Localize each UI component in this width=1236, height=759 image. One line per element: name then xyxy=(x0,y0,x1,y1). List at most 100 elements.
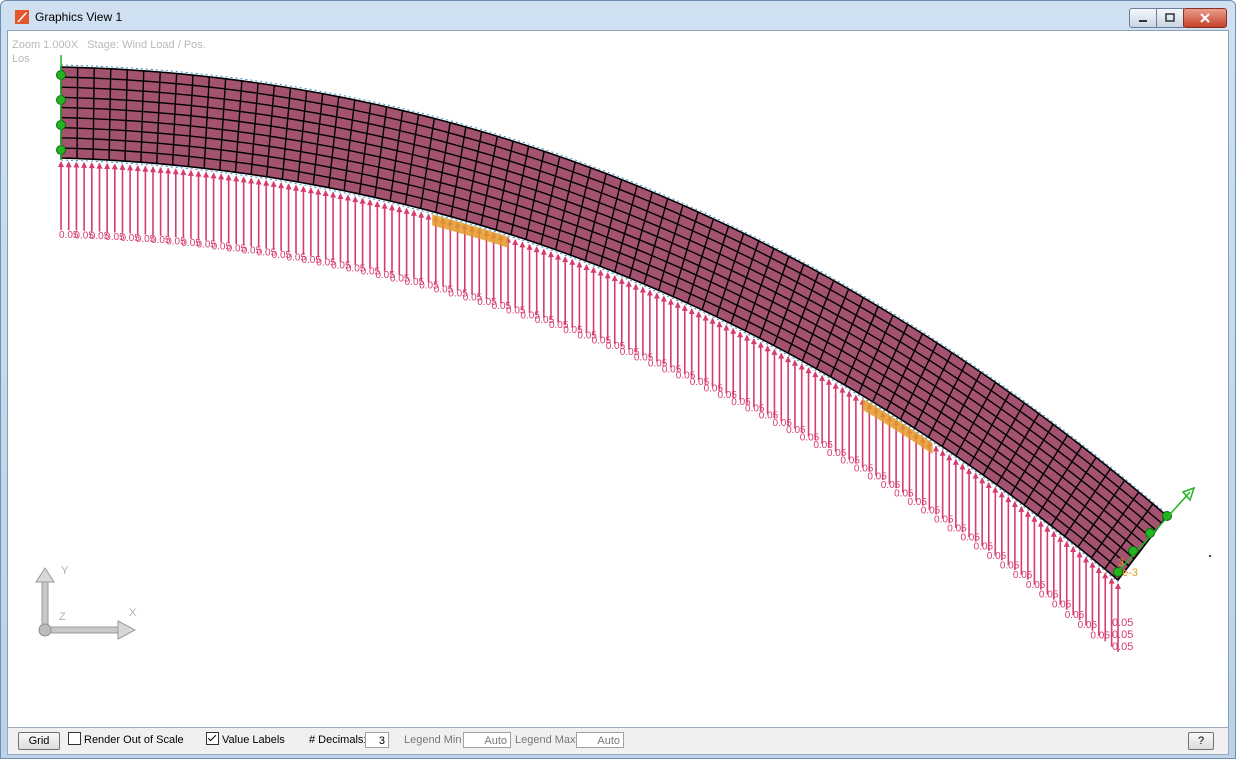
load-arrowhead xyxy=(1115,583,1121,589)
load-arrowhead xyxy=(1044,525,1051,532)
load-arrowhead xyxy=(396,206,403,213)
load-arrowhead xyxy=(757,341,764,348)
load-arrowhead xyxy=(149,166,156,173)
z-axis-origin-icon xyxy=(38,623,52,637)
load-arrowhead xyxy=(688,308,695,315)
load-arrowhead xyxy=(88,162,95,169)
graphics-viewport[interactable]: 0.05 0.05 0.05 0.05 0.05 0.05 0.05 0.05 0.05 0.05… xyxy=(7,30,1229,728)
value-labels-label: Value Labels xyxy=(222,734,285,746)
load-arrowhead xyxy=(104,162,111,169)
grid-button[interactable]: Grid xyxy=(18,732,60,750)
load-arrowhead xyxy=(58,161,64,167)
load-arrowhead xyxy=(210,172,217,179)
maximize-button[interactable] xyxy=(1156,8,1184,28)
load-arrowhead xyxy=(1095,566,1102,573)
load-arrowhead xyxy=(248,177,255,184)
load-arrowhead xyxy=(597,269,604,276)
load-arrowhead xyxy=(972,472,979,479)
load-arrowhead xyxy=(388,204,395,211)
legend-max-input[interactable]: Auto xyxy=(576,732,624,748)
node-marker xyxy=(1209,555,1211,557)
load-arrowhead xyxy=(195,170,202,177)
title-bar[interactable]: Graphics View 1 xyxy=(1,1,1235,31)
load-arrowhead xyxy=(410,209,417,216)
checkbox-box[interactable] xyxy=(68,732,81,745)
load-arrowhead xyxy=(180,169,187,176)
load-arrowhead xyxy=(233,175,240,182)
load-arrowhead xyxy=(590,266,597,273)
stage-readout: Stage: Wind Load / Pos. xyxy=(87,39,206,51)
load-arrowhead xyxy=(639,286,646,293)
load-arrowhead xyxy=(695,311,702,318)
support-node-icon[interactable] xyxy=(1162,511,1172,521)
load-arrowhead xyxy=(632,283,639,290)
y-axis-shaft xyxy=(41,579,49,631)
load-arrowhead xyxy=(519,241,526,248)
load-arrowhead xyxy=(852,394,859,401)
load-arrowhead xyxy=(992,486,999,493)
load-arrowhead xyxy=(667,298,674,305)
end-load-label: 0.05 xyxy=(1112,641,1133,653)
load-arrowhead xyxy=(307,187,314,194)
decimals-label: # Decimals: xyxy=(309,734,367,746)
load-arrowhead xyxy=(73,161,80,168)
model-canvas[interactable]: 0.050.050.050.050.050.050.050.050.050.05… xyxy=(8,31,1228,727)
load-arrowhead xyxy=(533,246,540,253)
load-arrowhead xyxy=(1063,540,1070,547)
load-arrowhead xyxy=(293,184,300,191)
load-arrowhead xyxy=(618,277,625,284)
load-arrowhead xyxy=(674,301,681,308)
load-arrowhead xyxy=(723,324,730,331)
load-arrowhead xyxy=(1076,551,1083,558)
load-value-label: 0.05 xyxy=(1090,631,1110,642)
z-axis-label: Z xyxy=(59,611,66,623)
load-arrowhead xyxy=(337,192,344,199)
minimize-button[interactable] xyxy=(1129,8,1157,28)
load-arrowhead xyxy=(218,173,225,180)
load-arrowhead xyxy=(716,321,723,328)
load-arrowhead xyxy=(547,251,554,258)
load-arrowhead xyxy=(270,180,277,187)
help-button[interactable]: ? xyxy=(1188,732,1214,750)
load-arrowhead xyxy=(709,317,716,324)
decimals-input[interactable]: 3 xyxy=(365,732,389,748)
load-arrowhead xyxy=(744,334,751,341)
value-labels-checkbox[interactable]: Value Labels xyxy=(206,732,285,748)
load-arrowhead xyxy=(1024,510,1031,517)
close-button[interactable] xyxy=(1183,8,1227,28)
load-arrowhead xyxy=(300,185,307,192)
mesh-column-line xyxy=(76,67,79,159)
x-axis-label: X xyxy=(129,607,137,619)
load-arrowhead xyxy=(805,367,812,374)
load-arrowhead xyxy=(127,164,134,171)
load-arrowhead xyxy=(653,292,660,299)
load-arrowhead xyxy=(187,169,194,176)
load-arrowhead xyxy=(778,352,785,359)
load-arrowhead xyxy=(1102,572,1109,579)
load-arrowhead xyxy=(381,202,388,209)
load-arrowhead xyxy=(819,374,826,381)
legend-max-label: Legend Max xyxy=(515,734,576,746)
y-axis-arrowhead-icon xyxy=(35,567,55,583)
load-arrowhead xyxy=(278,182,285,189)
legend-min-input[interactable]: Auto xyxy=(463,732,511,748)
load-arrowhead xyxy=(1057,535,1064,542)
load-arrowhead xyxy=(330,191,337,198)
load-arrowhead xyxy=(562,256,569,263)
load-arrowhead xyxy=(526,243,533,250)
load-arrowhead xyxy=(646,289,653,296)
load-arrowhead xyxy=(425,213,432,220)
app-logo-icon xyxy=(15,10,29,24)
load-arrowhead xyxy=(134,164,141,171)
load-arrowhead xyxy=(225,174,232,181)
y-axis-label: Y xyxy=(61,565,69,577)
load-arrowhead xyxy=(798,363,805,370)
render-out-of-scale-checkbox[interactable]: Render Out of Scale xyxy=(68,732,184,748)
checkbox-box-checked[interactable] xyxy=(206,732,219,745)
x-axis-arrowhead-icon xyxy=(117,620,137,640)
load-arrowhead xyxy=(119,163,126,170)
load-arrowhead xyxy=(604,272,611,279)
load-arrowhead xyxy=(959,463,966,470)
load-arrowhead xyxy=(660,295,667,302)
load-value-label: 0.05 xyxy=(1078,620,1098,631)
